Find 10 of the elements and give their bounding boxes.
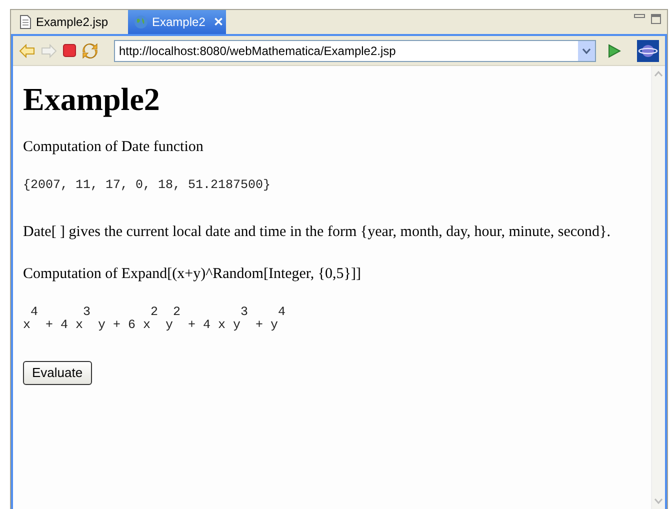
output-line: 4 3 2 2 3 4	[30, 306, 287, 320]
close-button[interactable]: ✕	[213, 13, 224, 31]
page-heading: Example2	[23, 80, 161, 118]
evaluate-button[interactable]: Evaluate	[23, 361, 92, 385]
paragraph: Computation of Date function	[23, 138, 204, 158]
paragraph: Computation of Expand[(x+y)^Random[Integer, {0,5}]]	[23, 265, 362, 284]
tab[interactable]: Example2 ✕	[128, 10, 226, 34]
output-line: {2007, 11, 17, 0, 18, 51.2187500}	[23, 178, 272, 193]
paragraph: Date[ ] gives the current local date and time in the form {year, month, day, hour, minute, second}.	[23, 222, 612, 242]
output-line: x + 4 x y + 6 x y + 4 x y + y	[23, 319, 280, 334]
